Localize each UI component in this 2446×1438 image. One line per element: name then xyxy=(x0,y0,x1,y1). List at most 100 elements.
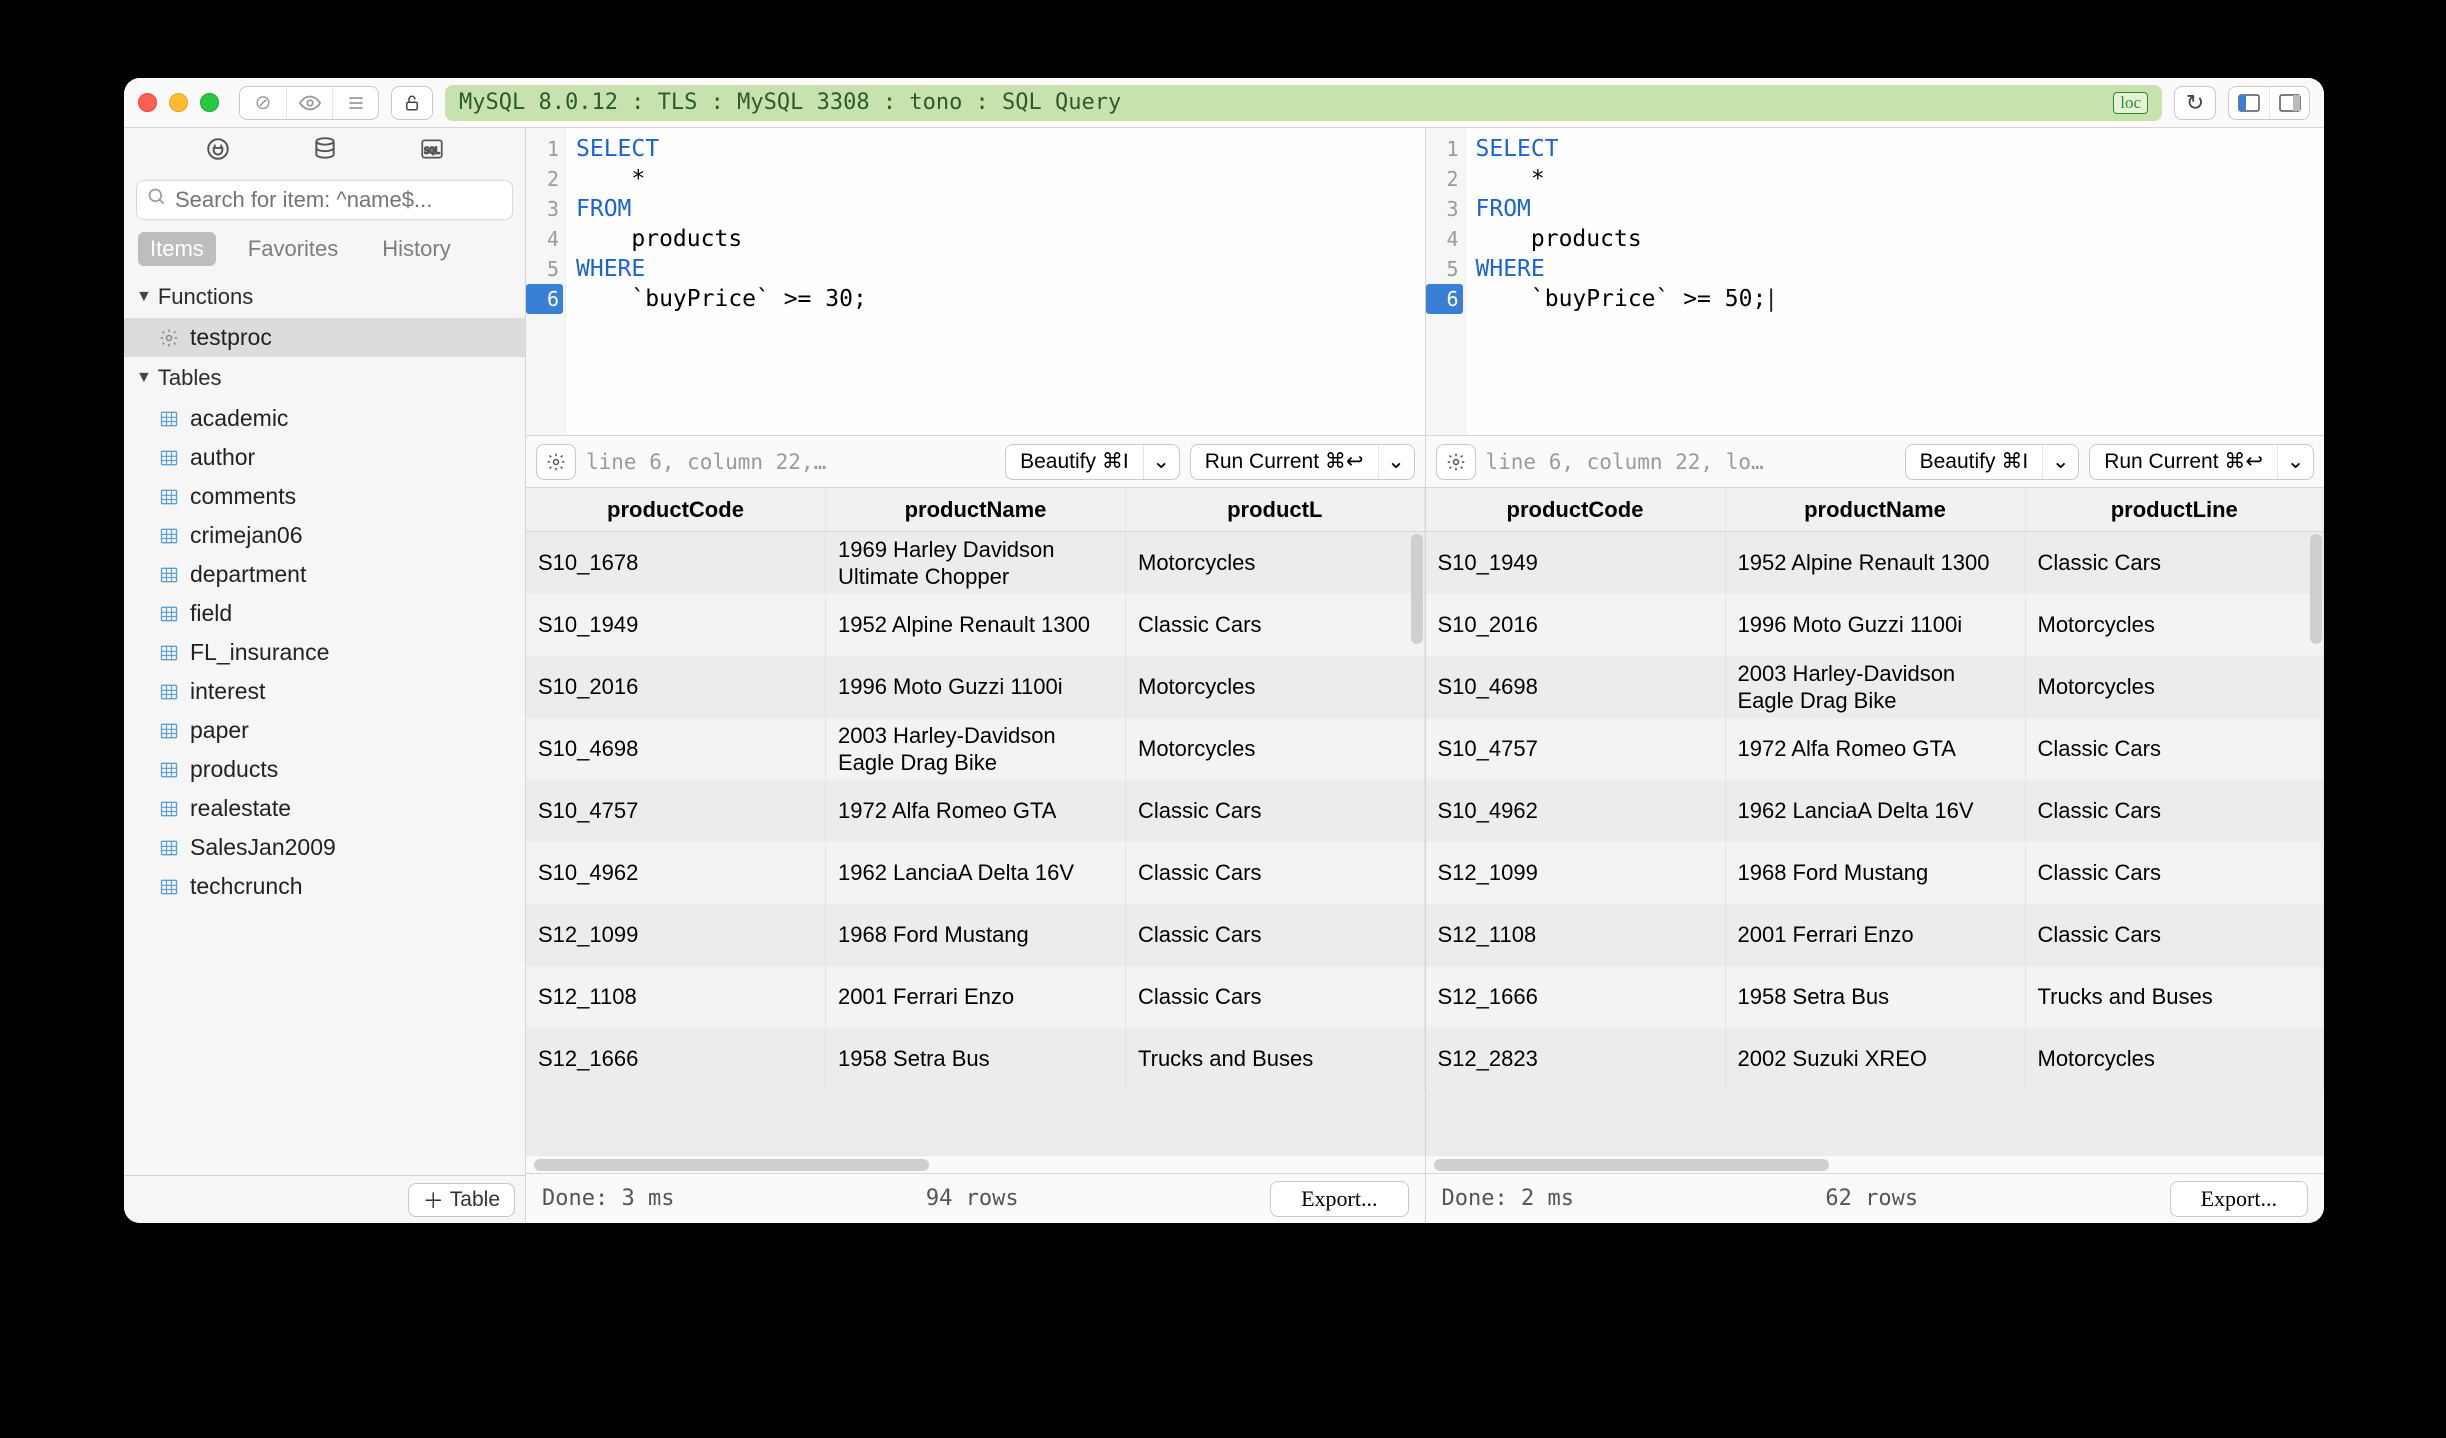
table-row[interactable]: S12_16661958 Setra BusTrucks and Buses xyxy=(526,1028,1425,1090)
table-cell[interactable]: Motorcycles xyxy=(1126,718,1425,780)
table-row[interactable]: S10_47571972 Alfa Romeo GTAClassic Cars xyxy=(1426,718,2325,780)
table-cell[interactable]: S10_1949 xyxy=(526,594,826,656)
list-icon[interactable] xyxy=(332,87,378,119)
table-cell[interactable]: 2003 Harley-Davidson Eagle Drag Bike xyxy=(1726,656,2026,718)
table-cell[interactable]: S12_1666 xyxy=(1426,966,1726,1028)
sidebar-item-crimejan06[interactable]: crimejan06 xyxy=(124,516,525,555)
table-cell[interactable]: S10_1678 xyxy=(526,532,826,594)
table-cell[interactable]: 1996 Moto Guzzi 1100i xyxy=(1726,594,2026,656)
table-cell[interactable]: S10_2016 xyxy=(1426,594,1726,656)
table-row[interactable]: S10_47571972 Alfa Romeo GTAClassic Cars xyxy=(526,780,1425,842)
table-row[interactable]: S10_20161996 Moto Guzzi 1100iMotorcycles xyxy=(1426,594,2325,656)
table-cell[interactable]: S12_1099 xyxy=(526,904,826,966)
refresh-button[interactable]: ↻ xyxy=(2174,86,2216,120)
table-cell[interactable]: Classic Cars xyxy=(2026,532,2325,594)
table-cell[interactable]: 1958 Setra Bus xyxy=(826,1028,1126,1090)
table-cell[interactable]: Motorcycles xyxy=(2026,656,2325,718)
close-icon[interactable] xyxy=(138,93,157,112)
table-cell[interactable]: Classic Cars xyxy=(1126,842,1425,904)
table-cell[interactable]: 1968 Ford Mustang xyxy=(1726,842,2026,904)
table-row[interactable]: S10_16781969 Harley Davidson Ultimate Ch… xyxy=(526,532,1425,594)
table-cell[interactable]: Classic Cars xyxy=(2026,904,2325,966)
vertical-scrollbar[interactable] xyxy=(1411,534,1423,644)
table-cell[interactable]: 1962 LanciaA Delta 16V xyxy=(1726,780,2026,842)
table-cell[interactable]: S10_4757 xyxy=(1426,718,1726,780)
column-productName[interactable]: productName xyxy=(1726,488,2026,531)
sidebar-item-realestate[interactable]: realestate xyxy=(124,789,525,828)
tab-favorites[interactable]: Favorites xyxy=(236,232,350,266)
minimize-icon[interactable] xyxy=(169,93,188,112)
column-productCode[interactable]: productCode xyxy=(526,488,826,531)
table-cell[interactable]: Trucks and Buses xyxy=(1126,1028,1425,1090)
table-cell[interactable]: 2001 Ferrari Enzo xyxy=(826,966,1126,1028)
tab-history[interactable]: History xyxy=(370,232,462,266)
table-cell[interactable]: Classic Cars xyxy=(1126,780,1425,842)
sidebar-item-interest[interactable]: interest xyxy=(124,672,525,711)
table-cell[interactable]: S10_4962 xyxy=(526,842,826,904)
sidebar-item-department[interactable]: department xyxy=(124,555,525,594)
database-icon[interactable] xyxy=(312,136,338,167)
section-functions[interactable]: ▼ Functions xyxy=(124,276,525,318)
sidebar-item-fl_insurance[interactable]: FL_insurance xyxy=(124,633,525,672)
table-cell[interactable]: 2001 Ferrari Enzo xyxy=(1726,904,2026,966)
sidebar-search[interactable] xyxy=(136,180,513,220)
table-cell[interactable]: 1996 Moto Guzzi 1100i xyxy=(826,656,1126,718)
table-cell[interactable]: S10_2016 xyxy=(526,656,826,718)
connection-bar[interactable]: MySQL 8.0.12 : TLS : MySQL 3308 : tono :… xyxy=(445,85,2162,121)
beautify-button[interactable]: Beautify ⌘I ⌄ xyxy=(1905,444,2080,480)
table-cell[interactable]: S10_4698 xyxy=(1426,656,1726,718)
sidebar-item-paper[interactable]: paper xyxy=(124,711,525,750)
table-cell[interactable]: Classic Cars xyxy=(2026,842,2325,904)
table-cell[interactable]: S12_2823 xyxy=(1426,1028,1726,1090)
table-cell[interactable]: S12_1108 xyxy=(526,966,826,1028)
horizontal-scrollbar[interactable] xyxy=(1426,1155,2325,1173)
table-cell[interactable]: 1972 Alfa Romeo GTA xyxy=(826,780,1126,842)
sql-editor[interactable]: 123456SELECT *FROM productsWHERE `buyPri… xyxy=(526,128,1425,436)
table-cell[interactable]: S12_1666 xyxy=(526,1028,826,1090)
sidebar-item-techcrunch[interactable]: techcrunch xyxy=(124,867,525,906)
settings-button[interactable] xyxy=(536,444,576,480)
table-row[interactable]: S12_28232002 Suzuki XREOMotorcycles xyxy=(1426,1028,2325,1090)
table-cell[interactable]: Motorcycles xyxy=(1126,532,1425,594)
sidebar-item-academic[interactable]: academic xyxy=(124,399,525,438)
beautify-button[interactable]: Beautify ⌘I ⌄ xyxy=(1005,444,1180,480)
search-input[interactable] xyxy=(175,187,502,213)
column-productCode[interactable]: productCode xyxy=(1426,488,1726,531)
table-row[interactable]: S12_16661958 Setra BusTrucks and Buses xyxy=(1426,966,2325,1028)
tab-items[interactable]: Items xyxy=(138,232,216,266)
table-cell[interactable]: Trucks and Buses xyxy=(2026,966,2325,1028)
table-row[interactable]: S10_46982003 Harley-Davidson Eagle Drag … xyxy=(1426,656,2325,718)
add-table-button[interactable]: ＋ Table xyxy=(408,1183,515,1217)
table-cell[interactable]: S10_4962 xyxy=(1426,780,1726,842)
table-cell[interactable]: 1952 Alpine Renault 1300 xyxy=(826,594,1126,656)
table-cell[interactable]: Classic Cars xyxy=(1126,594,1425,656)
chevron-down-icon[interactable]: ⌄ xyxy=(2042,445,2078,479)
sidebar-item-products[interactable]: products xyxy=(124,750,525,789)
export-button[interactable]: Export... xyxy=(1270,1181,1408,1217)
sidebar-item-field[interactable]: field xyxy=(124,594,525,633)
table-cell[interactable]: Motorcycles xyxy=(2026,1028,2325,1090)
table-row[interactable]: S12_10991968 Ford MustangClassic Cars xyxy=(526,904,1425,966)
chevron-down-icon[interactable]: ⌄ xyxy=(1143,445,1179,479)
table-cell[interactable]: S12_1108 xyxy=(1426,904,1726,966)
table-row[interactable]: S12_11082001 Ferrari EnzoClassic Cars xyxy=(1426,904,2325,966)
table-cell[interactable]: S10_4757 xyxy=(526,780,826,842)
table-cell[interactable]: 1969 Harley Davidson Ultimate Chopper xyxy=(826,532,1126,594)
table-row[interactable]: S10_46982003 Harley-Davidson Eagle Drag … xyxy=(526,718,1425,780)
table-row[interactable]: S12_10991968 Ford MustangClassic Cars xyxy=(1426,842,2325,904)
right-panel-toggle[interactable] xyxy=(2269,87,2309,119)
sidebar-item-author[interactable]: author xyxy=(124,438,525,477)
sidebar-item-testproc[interactable]: testproc xyxy=(124,318,525,357)
column-productName[interactable]: productName xyxy=(826,488,1126,531)
run-button[interactable]: Run Current ⌘↩ ⌄ xyxy=(1190,444,1415,480)
plug-icon[interactable] xyxy=(205,136,231,167)
table-cell[interactable]: Classic Cars xyxy=(2026,780,2325,842)
table-cell[interactable]: S10_4698 xyxy=(526,718,826,780)
table-body[interactable]: S10_16781969 Harley Davidson Ultimate Ch… xyxy=(526,532,1425,1155)
chevron-down-icon[interactable]: ⌄ xyxy=(2277,445,2313,479)
table-cell[interactable]: 1958 Setra Bus xyxy=(1726,966,2026,1028)
table-cell[interactable]: 1952 Alpine Renault 1300 xyxy=(1726,532,2026,594)
table-cell[interactable]: Classic Cars xyxy=(1126,966,1425,1028)
table-row[interactable]: S10_19491952 Alpine Renault 1300Classic … xyxy=(1426,532,2325,594)
chevron-down-icon[interactable]: ⌄ xyxy=(1378,445,1414,479)
